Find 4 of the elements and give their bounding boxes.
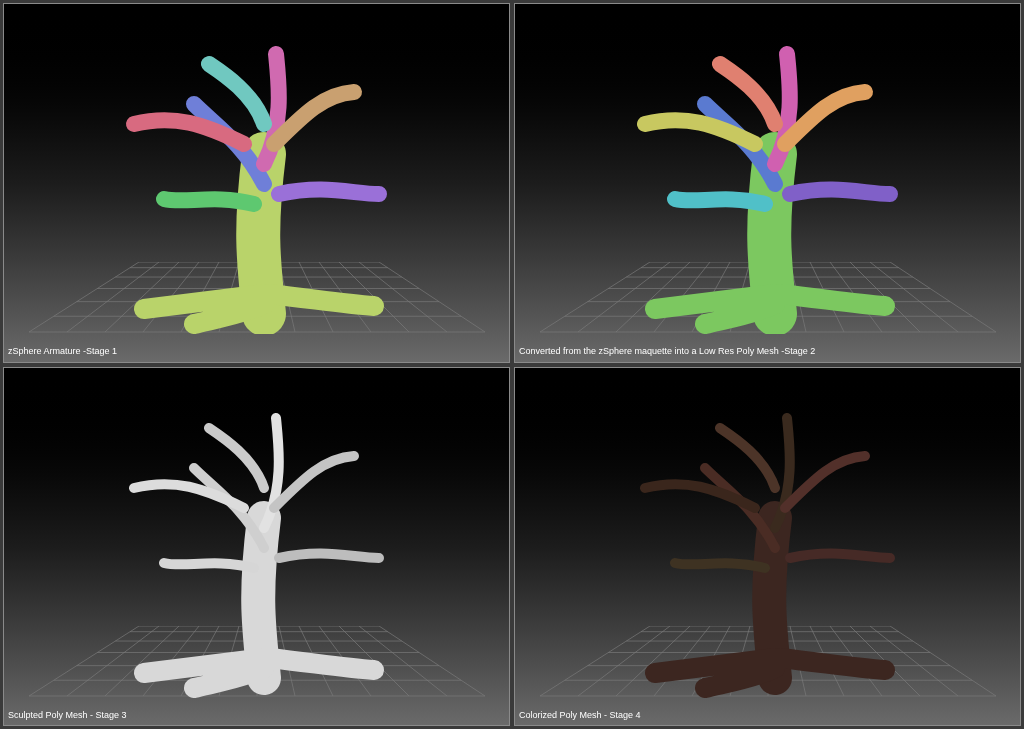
viewport-caption: zSphere Armature -Stage 1 xyxy=(7,345,119,358)
viewport-caption: Colorized Poly Mesh - Stage 4 xyxy=(518,708,642,722)
viewport-caption: Sculpted Poly Mesh - Stage 3 xyxy=(7,708,128,722)
viewport-caption: Converted from the zSphere maquette into a Low Res Poly Mesh -Stage 2 xyxy=(518,345,817,358)
